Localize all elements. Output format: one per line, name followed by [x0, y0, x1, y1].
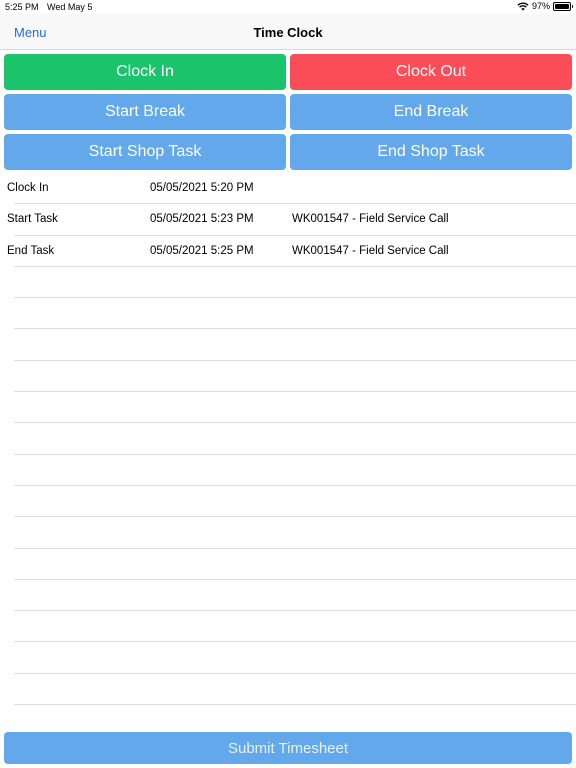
table-row[interactable]	[14, 298, 576, 330]
entry-timestamp: 05/05/2021 5:23 PM	[150, 213, 254, 226]
table-row[interactable]	[14, 486, 576, 518]
end-break-button[interactable]: End Break	[290, 94, 572, 130]
status-date: Wed May 5	[47, 2, 93, 12]
table-row[interactable]	[14, 674, 576, 706]
clock-in-button[interactable]: Clock In	[4, 54, 286, 90]
table-row[interactable]	[14, 423, 576, 455]
table-row[interactable]	[14, 329, 576, 361]
wifi-icon	[517, 2, 529, 11]
page-title: Time Clock	[253, 25, 323, 40]
status-bar: 5:25 PM Wed May 5 97%	[0, 0, 576, 14]
entry-timestamp: 05/05/2021 5:25 PM	[150, 244, 254, 257]
nav-bar: Menu Time Clock	[0, 14, 576, 50]
table-row[interactable]: Start Task 05/05/2021 5:23 PM WK001547 - F…	[7, 204, 576, 236]
entry-task: WK001547 - Field Service Call	[292, 213, 449, 226]
table-row[interactable]	[14, 392, 576, 424]
entry-type: Clock In	[7, 182, 49, 194]
table-row[interactable]	[14, 580, 576, 612]
end-shop-task-button[interactable]: End Shop Task	[290, 134, 572, 170]
start-break-button[interactable]: Start Break	[4, 94, 286, 130]
table-row[interactable]: Clock In 05/05/2021 5:20 PM	[7, 173, 576, 205]
entry-timestamp: 05/05/2021 5:20 PM	[150, 182, 254, 194]
start-shop-task-button[interactable]: Start Shop Task	[4, 134, 286, 170]
clock-out-button[interactable]: Clock Out	[290, 54, 572, 90]
entry-type: Start Task	[7, 213, 58, 226]
table-row[interactable]	[14, 549, 576, 580]
status-time: 5:25 PM	[5, 2, 39, 12]
table-row[interactable]	[14, 517, 576, 549]
table-row[interactable]: End Task 05/05/2021 5:25 PM WK001547 - Fie…	[7, 236, 576, 267]
battery-percent: 97%	[531, 1, 550, 11]
battery-level	[555, 3, 569, 9]
submit-timesheet-button[interactable]: Submit Timesheet	[4, 732, 572, 764]
action-buttons: Clock In Clock Out Start Break End Break…	[4, 54, 572, 170]
table-row[interactable]	[14, 611, 576, 643]
battery-icon	[553, 1, 573, 11]
table-row[interactable]	[14, 361, 576, 393]
entry-task: WK001547 - Field Service Call	[292, 244, 449, 257]
table-row[interactable]	[14, 642, 576, 674]
table-row[interactable]	[14, 455, 576, 486]
table-row[interactable]	[14, 267, 576, 299]
time-entries-list: Clock In 05/05/2021 5:20 PM Start Task 05/0…	[0, 173, 576, 706]
entry-type: End Task	[7, 244, 55, 257]
